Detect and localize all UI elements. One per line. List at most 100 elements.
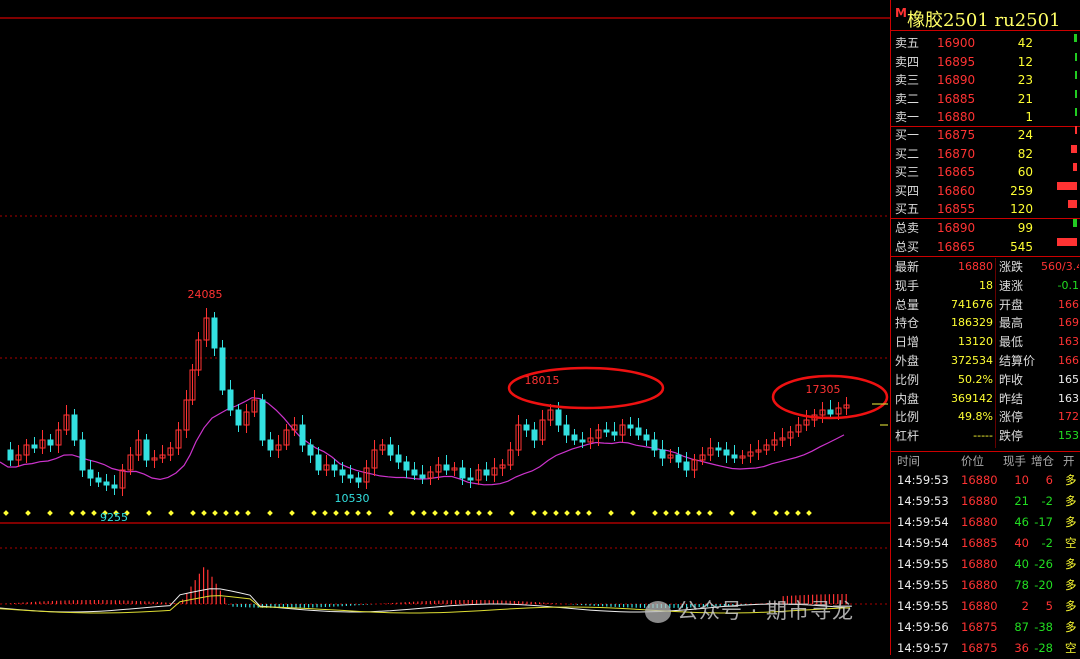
watermark-text: 公众号 · 期市寻龙 bbox=[676, 599, 854, 623]
signal-diamond bbox=[410, 510, 416, 516]
trade-price: 16880 bbox=[961, 473, 998, 487]
stat-label: 涨跌 bbox=[999, 260, 1024, 274]
trade-time: 14:59:53 bbox=[897, 494, 949, 508]
signal-diamond bbox=[707, 510, 713, 516]
stat-label: 比例 bbox=[895, 410, 920, 425]
trade-row[interactable]: 14:59:54 16885 40 -2 空 bbox=[891, 533, 1080, 554]
signal-diamond bbox=[333, 510, 339, 516]
bid-row[interactable]: 买四 16860 259 bbox=[891, 181, 1080, 200]
candle-body bbox=[523, 424, 530, 431]
depth-bar bbox=[1071, 144, 1077, 153]
ask-row[interactable]: 卖三 16890 23 bbox=[891, 71, 1080, 89]
stat-row: 现手 18 速涨 -0.1 bbox=[891, 277, 1080, 295]
total-row[interactable]: 总买 16865 545 bbox=[891, 237, 1080, 256]
candle-body bbox=[307, 444, 314, 456]
stat-value: 16880 bbox=[958, 260, 993, 273]
signal-diamond bbox=[212, 510, 218, 516]
row-qty: 1 bbox=[1025, 110, 1033, 124]
ask-row[interactable]: 卖五 16900 42 bbox=[891, 34, 1080, 52]
candle-body bbox=[563, 424, 570, 436]
trade-row[interactable]: 14:59:54 16880 46 -17 多 bbox=[891, 512, 1080, 533]
trade-oi-change: 6 bbox=[1045, 473, 1053, 487]
bid-row[interactable]: 买一 16875 24 bbox=[891, 126, 1080, 144]
trade-row[interactable]: 14:59:53 16880 10 6 多 bbox=[891, 470, 1080, 491]
candle-body bbox=[419, 474, 426, 479]
trade-time: 14:59:53 bbox=[897, 473, 949, 487]
trade-oi-change: -2 bbox=[1041, 494, 1053, 508]
trade-type: 多 bbox=[1065, 494, 1077, 508]
trade-price: 16880 bbox=[961, 578, 998, 592]
stat-row: 总量 741676 开盘 166 bbox=[891, 296, 1080, 314]
candle-body bbox=[483, 469, 490, 476]
ask-row[interactable]: 卖一 16880 1 bbox=[891, 108, 1080, 126]
signal-diamond bbox=[652, 510, 658, 516]
wechat-icon bbox=[644, 601, 671, 623]
candle-body bbox=[571, 434, 578, 441]
stat-row: 持仓 186329 最高 169 bbox=[891, 314, 1080, 332]
instrument-header: M 橡胶2501 ru2501 bbox=[891, 4, 1080, 32]
trades-column-header: 时间 bbox=[897, 454, 920, 468]
row-label: 卖五 bbox=[895, 36, 920, 50]
signal-diamond bbox=[91, 510, 97, 516]
signal-diamond bbox=[465, 510, 471, 516]
stat-label: 跌停 bbox=[999, 429, 1024, 444]
depth-bar bbox=[1075, 71, 1077, 79]
row-price: 16890 bbox=[937, 221, 976, 235]
row-price: 16865 bbox=[937, 239, 976, 254]
trade-type: 多 bbox=[1065, 557, 1077, 571]
signal-diamond bbox=[355, 510, 361, 516]
signal-diamond bbox=[289, 510, 295, 516]
row-qty: 42 bbox=[1017, 36, 1033, 50]
trade-row[interactable]: 14:59:53 16880 21 -2 多 bbox=[891, 491, 1080, 512]
candle-body bbox=[411, 469, 418, 476]
trade-hand: 21 bbox=[1014, 494, 1029, 508]
trade-row[interactable]: 14:59:56 16875 87 -38 多 bbox=[891, 617, 1080, 638]
row-qty: 99 bbox=[1017, 221, 1033, 235]
trade-hand: 78 bbox=[1014, 578, 1029, 592]
trade-row[interactable]: 14:59:55 16880 2 5 多 bbox=[891, 596, 1080, 617]
trade-time: 14:59:56 bbox=[897, 620, 949, 634]
candle-body bbox=[731, 454, 738, 459]
signal-diamond bbox=[311, 510, 317, 516]
stat-row: 日增 13120 最低 163 bbox=[891, 333, 1080, 351]
stat-label: 持仓 bbox=[895, 316, 920, 331]
candle-body bbox=[47, 439, 54, 446]
ask-row[interactable]: 卖四 16895 12 bbox=[891, 52, 1080, 71]
stat-row: 外盘 372534 结算价 166 bbox=[891, 352, 1080, 370]
low-price-label: 9255 bbox=[100, 511, 128, 524]
low-price-label: 10530 bbox=[335, 492, 370, 505]
candle-body bbox=[459, 467, 466, 479]
ask-row[interactable]: 卖二 16885 21 bbox=[891, 89, 1080, 108]
stat-value: 49.8% bbox=[958, 410, 993, 424]
total-row[interactable]: 总卖 16890 99 bbox=[891, 219, 1080, 237]
trade-row[interactable]: 14:59:57 16875 36 -28 空 bbox=[891, 638, 1080, 659]
high-price-label: 24085 bbox=[188, 288, 223, 301]
kline-chart[interactable]: 24085 9255 10530 18015 17305 bbox=[0, 0, 890, 655]
signal-diamond bbox=[509, 510, 515, 516]
trade-price: 16875 bbox=[961, 641, 998, 655]
kline-chart-area[interactable]: 24085 9255 10530 18015 17305 公众号 · 期市寻龙 bbox=[0, 0, 890, 655]
row-price: 16890 bbox=[937, 73, 976, 87]
candle-body bbox=[555, 409, 562, 426]
candle-body bbox=[103, 481, 110, 486]
signal-diamond bbox=[454, 510, 460, 516]
candle-body bbox=[79, 439, 86, 471]
market-marker: M bbox=[895, 6, 907, 20]
signal-diamond bbox=[553, 510, 559, 516]
row-label: 总买 bbox=[895, 239, 920, 254]
candle-body bbox=[683, 461, 690, 471]
stat-value: ----- bbox=[973, 429, 993, 443]
row-qty: 12 bbox=[1017, 54, 1033, 69]
candle-body bbox=[267, 439, 274, 451]
bid-row[interactable]: 买二 16870 82 bbox=[891, 144, 1080, 163]
instrument-title[interactable]: 橡胶2501 ru2501 bbox=[907, 6, 1061, 32]
bid-row[interactable]: 买五 16855 120 bbox=[891, 200, 1080, 218]
trade-row[interactable]: 14:59:55 16880 40 -26 多 bbox=[891, 554, 1080, 575]
bid-row[interactable]: 买三 16865 60 bbox=[891, 163, 1080, 181]
candle-body bbox=[635, 427, 642, 436]
candle-body bbox=[579, 439, 586, 443]
signal-diamond bbox=[146, 510, 152, 516]
signal-diamond bbox=[773, 510, 779, 516]
trade-row[interactable]: 14:59:55 16880 78 -20 多 bbox=[891, 575, 1080, 596]
trade-price: 16880 bbox=[961, 557, 998, 571]
